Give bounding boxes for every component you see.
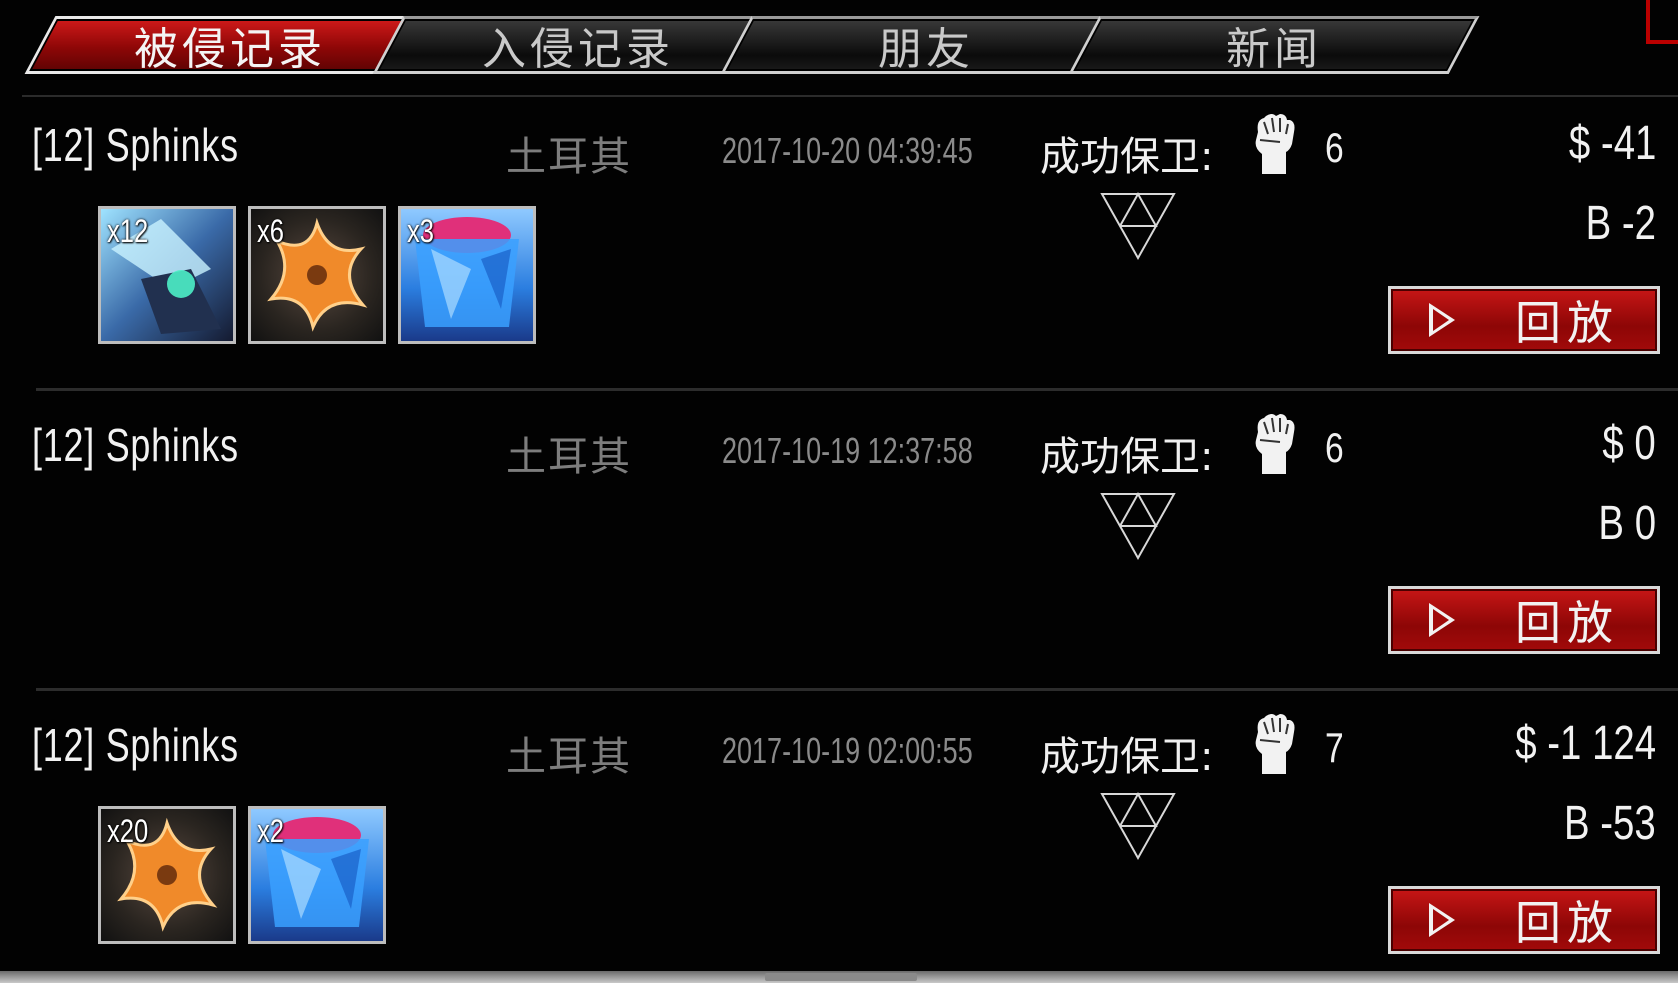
money-change: $ 0 [1602, 417, 1656, 470]
tab-friends[interactable]: 朋友 [720, 16, 1132, 75]
fist-icon [1255, 714, 1295, 774]
country: 土耳其 [506, 734, 632, 780]
fist-icon [1255, 114, 1295, 174]
record-row: [12] Sphinks 土耳其 2017-10-20 04:39:45 成功保… [0, 100, 1678, 400]
defense-count: 6 [1325, 124, 1344, 171]
tab-label: 朋友 [878, 24, 974, 75]
defend-label: 成功保卫: [1040, 134, 1214, 180]
tab-label: 入侵记录 [482, 24, 674, 75]
country: 土耳其 [506, 134, 632, 180]
loot-quantity: x12 [107, 213, 149, 249]
play-icon [1429, 303, 1455, 337]
triforce-icon [1100, 191, 1176, 261]
loot-item-star[interactable]: x20 [98, 806, 236, 944]
triforce-icon [1100, 791, 1176, 861]
record-row: [12] Sphinks 土耳其 2017-10-19 02:00:55 成功保… [0, 700, 1678, 983]
b-change: B -2 [1585, 197, 1656, 250]
corner-decoration [1646, 0, 1678, 44]
tab-defense-log[interactable]: 被侵记录 [24, 16, 436, 75]
loot-quantity: x6 [257, 213, 285, 249]
loot-item-star[interactable]: x6 [248, 206, 386, 344]
player-name[interactable]: [12] Sphinks [32, 718, 239, 772]
country: 土耳其 [506, 434, 632, 480]
loot-item-gem[interactable]: x3 [398, 206, 536, 344]
money-change: $ -41 [1568, 117, 1656, 170]
loot-items: x12 x6 x3 [98, 206, 536, 344]
loot-item-gem[interactable]: x2 [248, 806, 386, 944]
tab-attack-log[interactable]: 入侵记录 [372, 16, 784, 75]
replay-button[interactable]: 回放 [1388, 286, 1660, 354]
replay-label: 回放 [1515, 296, 1619, 350]
play-icon [1429, 903, 1455, 937]
player-name[interactable]: [12] Sphinks [32, 418, 239, 472]
record-row: [12] Sphinks 土耳其 2017-10-19 12:37:58 成功保… [0, 400, 1678, 700]
row-divider [36, 688, 1678, 691]
tab-label: 新闻 [1226, 24, 1322, 75]
divider [22, 95, 1678, 97]
tab-news[interactable]: 新闻 [1068, 16, 1480, 75]
replay-button[interactable]: 回放 [1388, 886, 1660, 954]
player-name[interactable]: [12] Sphinks [32, 118, 239, 172]
loot-quantity: x3 [407, 213, 435, 249]
timestamp: 2017-10-19 12:37:58 [722, 430, 973, 471]
loot-items: x20 x2 [98, 806, 386, 944]
defend-label: 成功保卫: [1040, 734, 1214, 780]
row-divider [36, 388, 1678, 391]
timestamp: 2017-10-19 02:00:55 [722, 730, 973, 771]
replay-label: 回放 [1515, 896, 1619, 950]
fist-icon [1255, 414, 1295, 474]
defense-count: 7 [1325, 724, 1344, 771]
defend-label: 成功保卫: [1040, 434, 1214, 480]
loot-item-weapon[interactable]: x12 [98, 206, 236, 344]
timestamp: 2017-10-20 04:39:45 [722, 130, 973, 171]
intrusion-log-screen: 被侵记录 入侵记录 朋友 新闻 [12] Sphinks 土耳其 2017-10… [0, 0, 1678, 983]
replay-button[interactable]: 回放 [1388, 586, 1660, 654]
loot-quantity: x20 [107, 813, 149, 849]
play-icon [1429, 603, 1455, 637]
replay-label: 回放 [1515, 596, 1619, 650]
money-change: $ -1 124 [1515, 717, 1656, 770]
b-change: B -53 [1564, 797, 1656, 850]
tab-label: 被侵记录 [134, 24, 326, 75]
triforce-icon [1100, 491, 1176, 561]
loot-quantity: x2 [257, 813, 285, 849]
defense-count: 6 [1325, 424, 1344, 471]
b-change: B 0 [1598, 497, 1656, 550]
tab-bar: 被侵记录 入侵记录 朋友 新闻 [0, 0, 1678, 90]
scroll-handle[interactable] [765, 973, 917, 981]
